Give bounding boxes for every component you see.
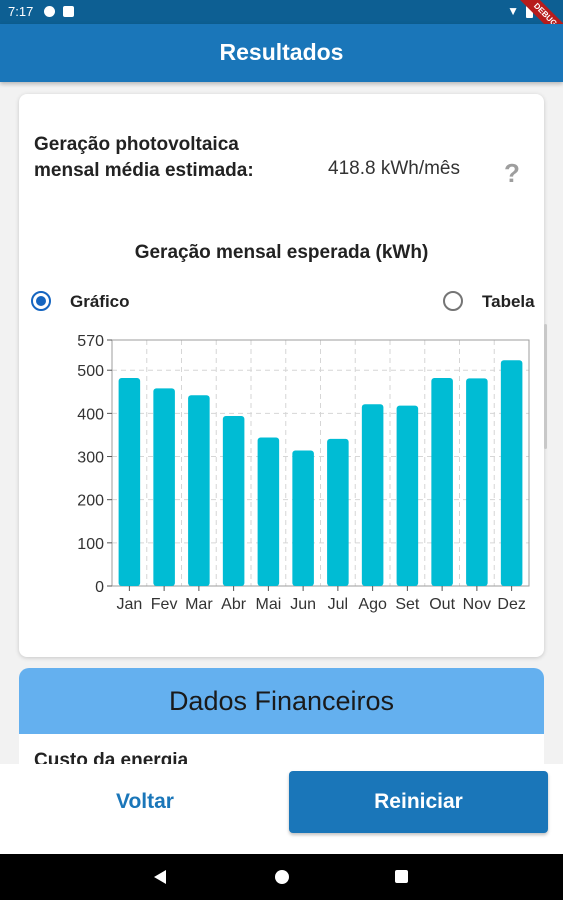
bar-abr xyxy=(222,415,245,586)
chart-scrollbar[interactable] xyxy=(544,324,547,449)
bar-ago xyxy=(361,404,384,586)
generation-value: 418.8 kWh/mês xyxy=(328,158,460,179)
page-title: Resultados xyxy=(219,39,344,65)
bar-set xyxy=(396,405,419,586)
y-tick-label: 400 xyxy=(77,406,104,423)
status-bar: 7:17 ▼ DEBUG xyxy=(0,0,563,49)
x-tick-label: Jun xyxy=(290,596,316,613)
bar-jan xyxy=(118,377,141,586)
bar-mar xyxy=(188,395,210,586)
y-tick-label: 200 xyxy=(77,493,104,510)
x-tick-label: Nov xyxy=(463,596,491,613)
x-tick-label: Ago xyxy=(358,596,387,613)
x-tick-label: Jul xyxy=(328,596,348,613)
sd-card-icon xyxy=(63,6,74,17)
scroll-content[interactable]: Geração photovoltaica mensal média estim… xyxy=(0,82,563,764)
x-tick-label: Fev xyxy=(151,596,178,613)
energy-cost-label: Custo da energia xyxy=(34,750,189,764)
sync-icon xyxy=(44,6,55,17)
back-button[interactable]: Voltar xyxy=(19,771,271,833)
bar-nov xyxy=(466,378,488,586)
nav-back-icon[interactable] xyxy=(154,870,166,884)
y-tick-label: 300 xyxy=(77,450,104,467)
x-tick-label: Out xyxy=(429,596,455,613)
y-tick-label: 0 xyxy=(95,579,104,596)
x-tick-label: Abr xyxy=(221,596,247,613)
app-bar: Resultados xyxy=(0,24,563,82)
bar-jul xyxy=(327,438,349,586)
restart-button[interactable]: Reiniciar xyxy=(289,771,548,833)
nav-home-icon[interactable] xyxy=(275,870,289,884)
chart-title: Geração mensal esperada (kWh) xyxy=(134,242,429,263)
generation-label: Geração photovoltaica mensal média estim… xyxy=(34,134,254,181)
help-icon[interactable]: ? xyxy=(504,158,520,189)
x-tick-label: Set xyxy=(395,596,420,613)
radio-label-tabela: Tabela xyxy=(482,292,535,311)
wifi-icon: ▼ xyxy=(507,4,519,18)
y-tick-label: 500 xyxy=(77,363,104,380)
y-tick-label: 100 xyxy=(77,536,104,553)
radio-button-grafico[interactable] xyxy=(31,291,51,311)
bar-jun xyxy=(292,450,314,586)
radio-button-tabela[interactable] xyxy=(443,291,463,311)
status-time: 7:17 xyxy=(8,4,34,19)
x-tick-label: Jan xyxy=(116,596,142,613)
bottom-action-bar: Voltar Reiniciar xyxy=(0,764,563,854)
system-nav-bar xyxy=(0,854,563,900)
radio-label-grafico: Gráfico xyxy=(70,292,130,311)
y-tick-label: 570 xyxy=(77,333,104,350)
bar-dez xyxy=(500,360,523,586)
nav-recents-icon[interactable] xyxy=(395,870,408,883)
x-tick-label: Mar xyxy=(185,596,213,613)
bar-fev xyxy=(153,388,175,586)
bar-mai xyxy=(257,437,280,586)
bar-out xyxy=(431,377,453,586)
x-tick-label: Dez xyxy=(497,596,525,613)
bar-chart: 0 100 200 300 400 500 570 Jan Fev Mar Abr Mai Jun Jul… xyxy=(77,333,530,613)
financial-header: Dados Financeiros xyxy=(19,668,544,734)
results-card: Geração photovoltaica mensal média estim… xyxy=(19,94,547,657)
x-tick-label: Mai xyxy=(255,596,281,613)
financial-card: Dados Financeiros Custo da energia xyxy=(19,668,544,764)
